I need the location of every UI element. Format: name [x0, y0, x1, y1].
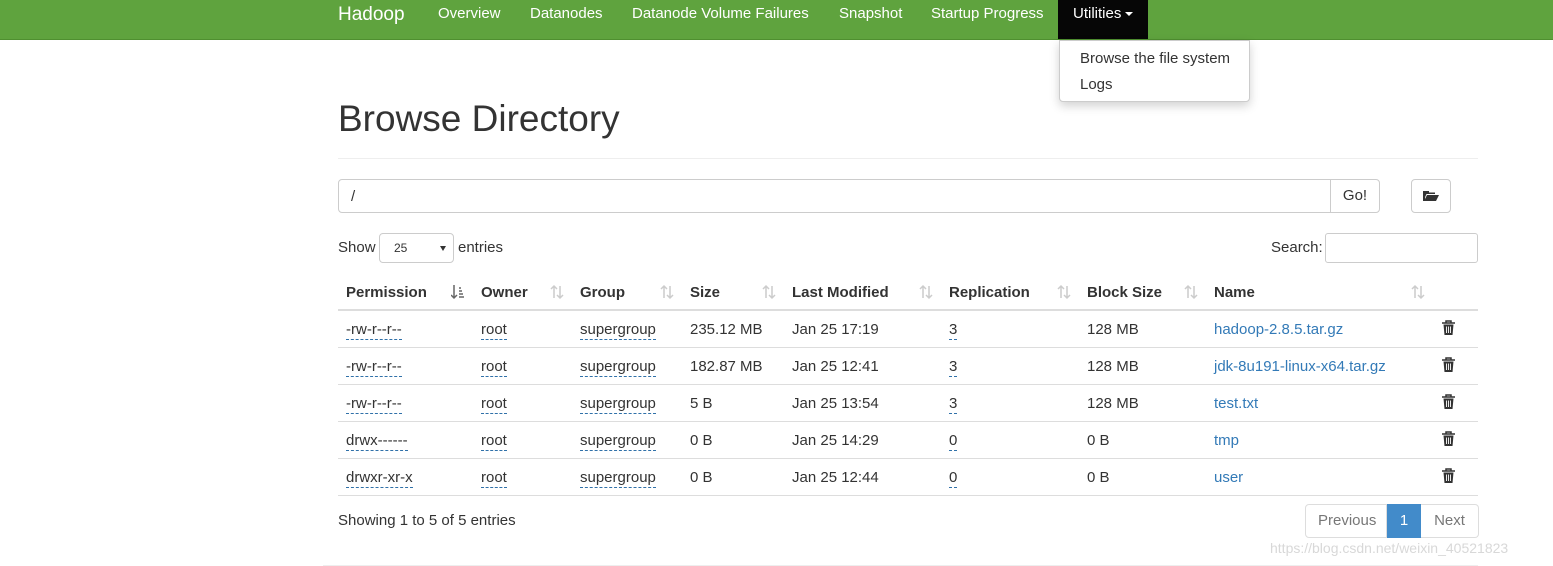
search-label: Search:: [1271, 239, 1323, 256]
sort-icon[interactable]: [762, 284, 776, 300]
select-arrow-icon: [440, 246, 446, 251]
trash-icon[interactable]: [1442, 357, 1455, 373]
page-title: Browse Directory: [338, 98, 620, 139]
trash-icon[interactable]: [1442, 320, 1455, 336]
table-header: Permission Owner Group Size Last Modifie…: [338, 274, 1478, 311]
block-size-cell: 0 B: [1087, 432, 1110, 449]
pagination: Previous 1 Next: [1305, 504, 1479, 538]
table-row: drwxr-xr-x root supergroup 0 B Jan 25 12…: [338, 459, 1478, 496]
col-permission[interactable]: Permission: [346, 284, 427, 301]
modified-cell: Jan 25 13:54: [792, 395, 879, 412]
page-1-button[interactable]: 1: [1387, 504, 1421, 538]
file-name-link[interactable]: test.txt: [1214, 395, 1258, 412]
modified-cell: Jan 25 17:19: [792, 321, 879, 338]
size-cell: 182.87 MB: [690, 358, 763, 375]
table-row: drwx------ root supergroup 0 B Jan 25 14…: [338, 422, 1478, 459]
menu-item-browse-file-system[interactable]: Browse the file system: [1060, 47, 1249, 73]
block-size-cell: 0 B: [1087, 469, 1110, 486]
block-size-cell: 128 MB: [1087, 395, 1139, 412]
search-input[interactable]: [1325, 233, 1478, 263]
trash-icon[interactable]: [1442, 431, 1455, 447]
block-size-cell: 128 MB: [1087, 358, 1139, 375]
owner-cell[interactable]: root: [481, 395, 507, 414]
top-navbar: Hadoop Overview Datanodes Datanode Volum…: [0, 0, 1553, 40]
nav-overview[interactable]: Overview: [438, 0, 501, 39]
entries-label: entries: [458, 239, 504, 256]
col-name[interactable]: Name: [1214, 284, 1255, 301]
directory-name-link[interactable]: user: [1214, 469, 1243, 486]
create-directory-button[interactable]: [1411, 179, 1451, 213]
file-name-link[interactable]: hadoop-2.8.5.tar.gz: [1214, 321, 1343, 338]
replication-cell[interactable]: 0: [949, 469, 958, 488]
menu-item-logs[interactable]: Logs: [1060, 73, 1249, 99]
nav-utilities-label: Utilities: [1073, 5, 1122, 22]
col-block-size[interactable]: Block Size: [1087, 284, 1162, 301]
group-cell[interactable]: supergroup: [580, 321, 656, 340]
table-row: -rw-r--r-- root supergroup 5 B Jan 25 13…: [338, 385, 1478, 422]
file-name-link[interactable]: jdk-8u191-linux-x64.tar.gz: [1214, 358, 1386, 375]
sort-icon[interactable]: [919, 284, 933, 300]
col-owner[interactable]: Owner: [481, 284, 528, 301]
trash-icon[interactable]: [1442, 394, 1455, 410]
replication-cell[interactable]: 3: [949, 358, 958, 377]
path-input[interactable]: [338, 179, 1331, 213]
sort-icon[interactable]: [550, 284, 564, 300]
sort-icon[interactable]: [660, 284, 674, 300]
brand-logo[interactable]: Hadoop: [338, 0, 405, 39]
replication-cell[interactable]: 0: [949, 432, 958, 451]
group-cell[interactable]: supergroup: [580, 432, 656, 451]
nav-datanode-volume-failures[interactable]: Datanode Volume Failures: [632, 0, 809, 39]
modified-cell: Jan 25 12:44: [792, 469, 879, 486]
owner-cell[interactable]: root: [481, 469, 507, 488]
nav-startup-progress[interactable]: Startup Progress: [931, 0, 1044, 39]
sort-icon[interactable]: [1057, 284, 1071, 300]
col-replication[interactable]: Replication: [949, 284, 1030, 301]
group-cell[interactable]: supergroup: [580, 358, 656, 377]
size-cell: 235.12 MB: [690, 321, 763, 338]
group-cell[interactable]: supergroup: [580, 469, 656, 488]
trash-icon[interactable]: [1442, 468, 1455, 484]
block-size-cell: 128 MB: [1087, 321, 1139, 338]
group-cell[interactable]: supergroup: [580, 395, 656, 414]
directory-name-link[interactable]: tmp: [1214, 432, 1239, 449]
table-row: -rw-r--r-- root supergroup 182.87 MB Jan…: [338, 348, 1478, 385]
permission-cell[interactable]: -rw-r--r--: [346, 395, 402, 414]
nav-utilities[interactable]: Utilities: [1058, 0, 1149, 39]
caret-down-icon: [1125, 12, 1134, 17]
next-page-button[interactable]: Next: [1421, 504, 1479, 538]
owner-cell[interactable]: root: [481, 432, 507, 451]
entries-select-value: 25: [394, 241, 408, 255]
sort-asc-icon[interactable]: [451, 284, 465, 300]
owner-cell[interactable]: root: [481, 321, 507, 340]
title-divider: [338, 158, 1478, 159]
permission-cell[interactable]: drwxr-xr-x: [346, 469, 413, 488]
permission-cell[interactable]: -rw-r--r--: [346, 321, 402, 340]
replication-cell[interactable]: 3: [949, 395, 958, 414]
size-cell: 5 B: [690, 395, 713, 412]
utilities-dropdown-menu: Browse the file system Logs: [1059, 40, 1250, 102]
go-button[interactable]: Go!: [1330, 179, 1380, 213]
permission-cell[interactable]: -rw-r--r--: [346, 358, 402, 377]
table-row: -rw-r--r-- root supergroup 235.12 MB Jan…: [338, 311, 1478, 348]
permission-cell[interactable]: drwx------: [346, 432, 408, 451]
size-cell: 0 B: [690, 469, 713, 486]
col-last-modified[interactable]: Last Modified: [792, 284, 889, 301]
owner-cell[interactable]: root: [481, 358, 507, 377]
size-cell: 0 B: [690, 432, 713, 449]
col-size[interactable]: Size: [690, 284, 720, 301]
nav-datanodes[interactable]: Datanodes: [530, 0, 603, 39]
sort-icon[interactable]: [1184, 284, 1198, 300]
table-info: Showing 1 to 5 of 5 entries: [338, 512, 516, 529]
modified-cell: Jan 25 12:41: [792, 358, 879, 375]
entries-per-page-select[interactable]: 25: [379, 233, 454, 263]
replication-cell[interactable]: 3: [949, 321, 958, 340]
previous-page-button[interactable]: Previous: [1305, 504, 1387, 538]
nav-snapshot[interactable]: Snapshot: [839, 0, 902, 39]
show-label: Show: [338, 239, 376, 256]
watermark-text: https://blog.csdn.net/weixin_40521823: [1270, 540, 1509, 556]
col-group[interactable]: Group: [580, 284, 625, 301]
sort-icon[interactable]: [1411, 284, 1425, 300]
folder-open-icon: [1423, 191, 1439, 201]
modified-cell: Jan 25 14:29: [792, 432, 879, 449]
